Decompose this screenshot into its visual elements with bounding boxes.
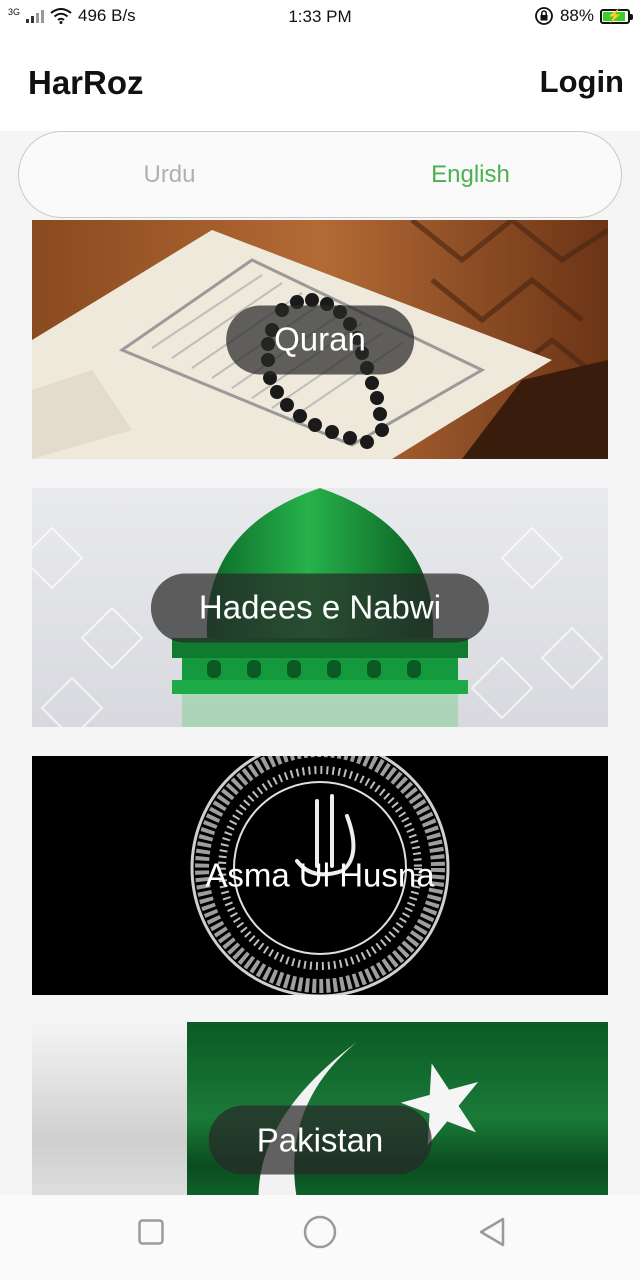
- back-triangle-icon[interactable]: [478, 1217, 506, 1252]
- card-label-asma-ul-husna: Asma Ul Husna: [205, 856, 435, 894]
- login-button[interactable]: Login: [540, 64, 624, 100]
- battery-charging-icon: ⚡: [600, 8, 633, 24]
- language-toggle: Urdu English: [18, 131, 622, 218]
- language-option-english[interactable]: English: [320, 132, 621, 217]
- category-card-hadees[interactable]: Hadees e Nabwi: [32, 488, 608, 727]
- rotation-lock-icon: [534, 6, 554, 26]
- category-card-quran[interactable]: Quran: [32, 220, 608, 459]
- home-circle-icon[interactable]: [303, 1215, 337, 1254]
- app-bar: HarRoz Login: [0, 34, 640, 131]
- category-card-asma-ul-husna[interactable]: Asma Ul Husna: [32, 756, 608, 995]
- category-card-pakistan[interactable]: Pakistan: [32, 1022, 608, 1195]
- recents-square-icon[interactable]: [138, 1219, 164, 1250]
- app-title: HarRoz: [28, 64, 144, 101]
- card-label-pakistan: Pakistan: [208, 1105, 432, 1175]
- language-option-urdu[interactable]: Urdu: [19, 132, 320, 217]
- status-bar: 3G 496 B/s 1:33 PM 88% ⚡: [0, 0, 640, 34]
- card-label-hadees: Hadees e Nabwi: [150, 573, 490, 642]
- status-right: 88% ⚡: [534, 5, 633, 27]
- system-nav-bar: [0, 1195, 640, 1280]
- battery-percent: 88%: [559, 6, 594, 25]
- card-label-quran: Quran: [226, 305, 414, 374]
